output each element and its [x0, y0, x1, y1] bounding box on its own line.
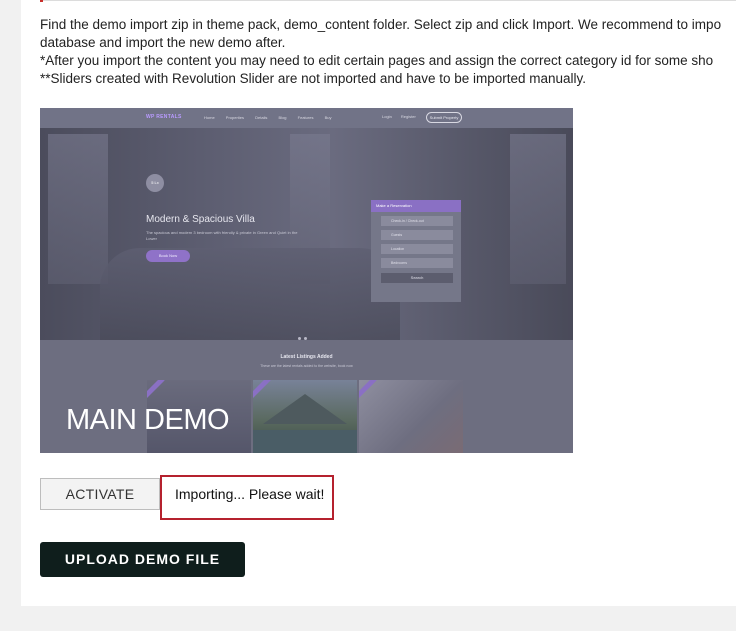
preview-listings-subtitle: These are the latest rentals added to th… [260, 364, 353, 368]
preview-nav-links: Home Properties Details Blog Features Bu… [204, 115, 341, 120]
preview-hero-subtitle: The spacious and modern 3 bedroom with f… [146, 230, 298, 241]
demo-label: MAIN DEMO [66, 404, 230, 436]
preview-hero: 5 Lx Modern & Spacious Villa The spaciou… [40, 128, 573, 340]
preview-listings-title: Latest Listings Added [280, 354, 333, 360]
preview-hero-button: Book Now [146, 250, 190, 262]
importing-status: Importing... Please wait! [175, 486, 325, 502]
preview-window-graphic [510, 134, 566, 284]
top-divider [40, 0, 736, 1]
instruction-line: Find the demo import zip in theme pack, … [40, 17, 722, 32]
preview-auth-links: Login Register [382, 114, 424, 119]
preview-register: Register [400, 114, 416, 119]
preview-nav-link: Properties [225, 115, 245, 120]
preview-badge: 5 Lx [146, 174, 164, 192]
preview-nav-link: Features [297, 115, 314, 120]
preview-form-field: Guests [381, 230, 453, 240]
instruction-line: **Sliders created with Revolution Slider… [40, 71, 587, 86]
preview-nav-link: Blog [278, 115, 287, 120]
preview-slider-dots [298, 327, 312, 340]
preview-window-graphic [48, 134, 108, 284]
preview-form-field: Location [381, 244, 453, 254]
preview-listing-card [359, 380, 463, 453]
importing-status-box: Importing... Please wait! [160, 475, 334, 520]
preview-submit-button: Submit Property [426, 112, 462, 123]
preview-bed-graphic [100, 248, 400, 340]
preview-nav-link: Home [204, 115, 215, 120]
preview-form-field: Check-in / Check-out [381, 216, 453, 226]
preview-navbar: WP RENTALS Home Properties Details Blog … [40, 108, 573, 128]
instruction-line: *After you import the content you may ne… [40, 53, 714, 68]
upload-demo-file-button[interactable]: UPLOAD DEMO FILE [40, 542, 245, 577]
top-accent [40, 0, 43, 2]
import-instructions: Find the demo import zip in theme pack, … [40, 16, 736, 88]
preview-reservation-form: Make a Reservation Check-in / Check-out … [371, 200, 461, 302]
preview-form-title: Make a Reservation [371, 200, 461, 212]
preview-form-field: Bedrooms [381, 258, 453, 268]
main-demo-preview[interactable]: WP RENTALS Home Properties Details Blog … [40, 108, 573, 453]
preview-form-search: Search [381, 273, 453, 283]
preview-login: Login [382, 114, 392, 119]
preview-listing-card [253, 380, 357, 453]
activate-button[interactable]: ACTIVATE [40, 478, 160, 510]
preview-logo: WP RENTALS [146, 114, 182, 120]
preview-nav-link: Details [255, 115, 268, 120]
instruction-line: database and import the new demo after. [40, 35, 286, 50]
preview-nav-link: Buy [324, 115, 332, 120]
preview-hero-title: Modern & Spacious Villa [146, 214, 255, 225]
